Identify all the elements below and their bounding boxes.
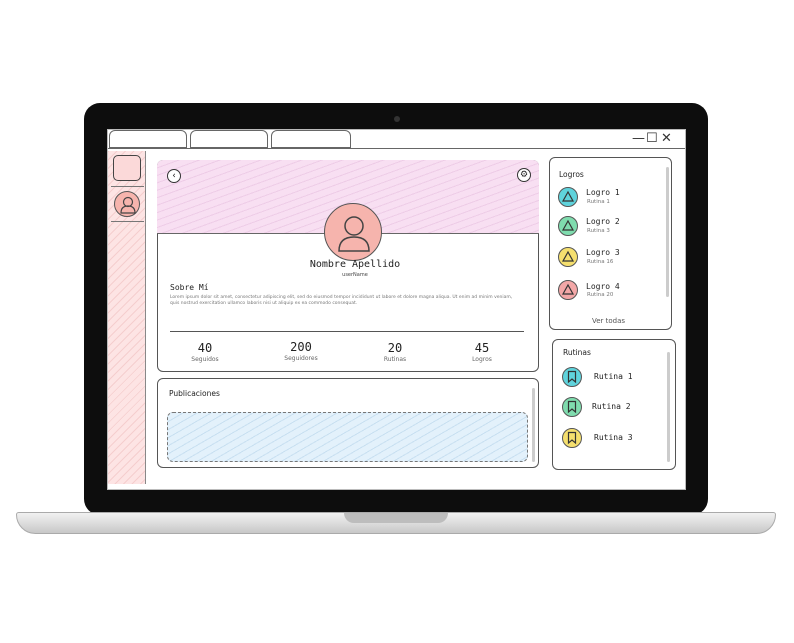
logro-title: Logro 1: [586, 188, 620, 197]
rutina-title[interactable]: Rutina 2: [592, 402, 631, 411]
logros-title: Logros: [559, 170, 584, 179]
logro-sub: Rutina 20: [587, 292, 614, 298]
triangle-icon: [561, 250, 575, 262]
rutina-badge[interactable]: [562, 428, 582, 448]
scrollbar[interactable]: [667, 352, 670, 462]
logro-title: Logro 2: [586, 217, 620, 226]
logro-badge[interactable]: [558, 216, 578, 236]
close-button[interactable]: ✕: [661, 131, 672, 147]
settings-button[interactable]: ⚙: [517, 168, 531, 182]
triangle-icon: [561, 190, 575, 202]
sidebar-avatar[interactable]: [114, 191, 140, 217]
stat-value: 200: [290, 340, 312, 354]
logro-sub: Rutina 3: [587, 228, 610, 234]
sidebar-divider: [111, 186, 144, 187]
triangle-icon: [561, 283, 575, 295]
rutinas-title: Rutinas: [563, 348, 591, 357]
triangle-icon: [561, 219, 575, 231]
scrollbar[interactable]: [532, 388, 535, 462]
logro-badge[interactable]: [558, 280, 578, 300]
logro-sub: Rutina 16: [587, 259, 614, 265]
scrollbar[interactable]: [666, 167, 669, 297]
user-icon: [120, 196, 136, 214]
tab-divider: [108, 148, 685, 149]
gear-icon: ⚙: [519, 170, 529, 180]
rutina-title[interactable]: Rutina 1: [594, 372, 633, 381]
laptop-notch: [344, 513, 448, 523]
stat-value: 45: [474, 341, 490, 355]
user-icon: [338, 216, 370, 252]
logros-panel: [549, 157, 672, 330]
about-text: Lorem ipsum dolor sit amet, consectetur …: [170, 295, 513, 306]
profile-name: Nombre Apellido: [309, 259, 401, 270]
back-button[interactable]: ‹: [167, 169, 181, 183]
webcam: [394, 116, 400, 122]
maximize-button[interactable]: ☐: [646, 131, 658, 147]
rutina-title[interactable]: Rutina 3: [594, 433, 633, 442]
stat-label: Seguidos: [191, 356, 219, 363]
rutina-badge[interactable]: [562, 367, 582, 387]
logro-badge[interactable]: [558, 247, 578, 267]
logro-badge[interactable]: [558, 187, 578, 207]
logro-sub: Rutina 1: [587, 199, 610, 205]
window-tab-1[interactable]: [109, 130, 187, 148]
window-tab-2[interactable]: [190, 130, 268, 148]
about-title: Sobre Mí: [170, 283, 209, 292]
bookmark-icon: [567, 431, 577, 445]
sidebar-divider: [111, 221, 144, 222]
publicaciones-title: Publicaciones: [169, 389, 220, 398]
chevron-left-icon: ‹: [172, 171, 176, 181]
logro-title: Logro 4: [586, 282, 620, 291]
ver-todas-link[interactable]: Ver todas: [592, 317, 625, 325]
app-logo[interactable]: [113, 155, 141, 181]
profile-username: userName: [342, 272, 368, 278]
profile-avatar[interactable]: [324, 203, 382, 261]
window-tab-3[interactable]: [271, 130, 351, 148]
stats-divider: [170, 331, 524, 333]
stat-label: Rutinas: [383, 356, 407, 363]
bookmark-icon: [567, 370, 577, 384]
stat-label: Seguidores: [284, 355, 318, 362]
stat-value: 20: [387, 341, 403, 355]
minimize-button[interactable]: —: [632, 131, 645, 147]
rutina-badge[interactable]: [562, 397, 582, 417]
stat-label: Logros: [472, 356, 492, 363]
logro-title: Logro 3: [586, 248, 620, 257]
stat-value: 40: [197, 341, 213, 355]
bookmark-icon: [567, 400, 577, 414]
post-placeholder[interactable]: [167, 412, 528, 462]
